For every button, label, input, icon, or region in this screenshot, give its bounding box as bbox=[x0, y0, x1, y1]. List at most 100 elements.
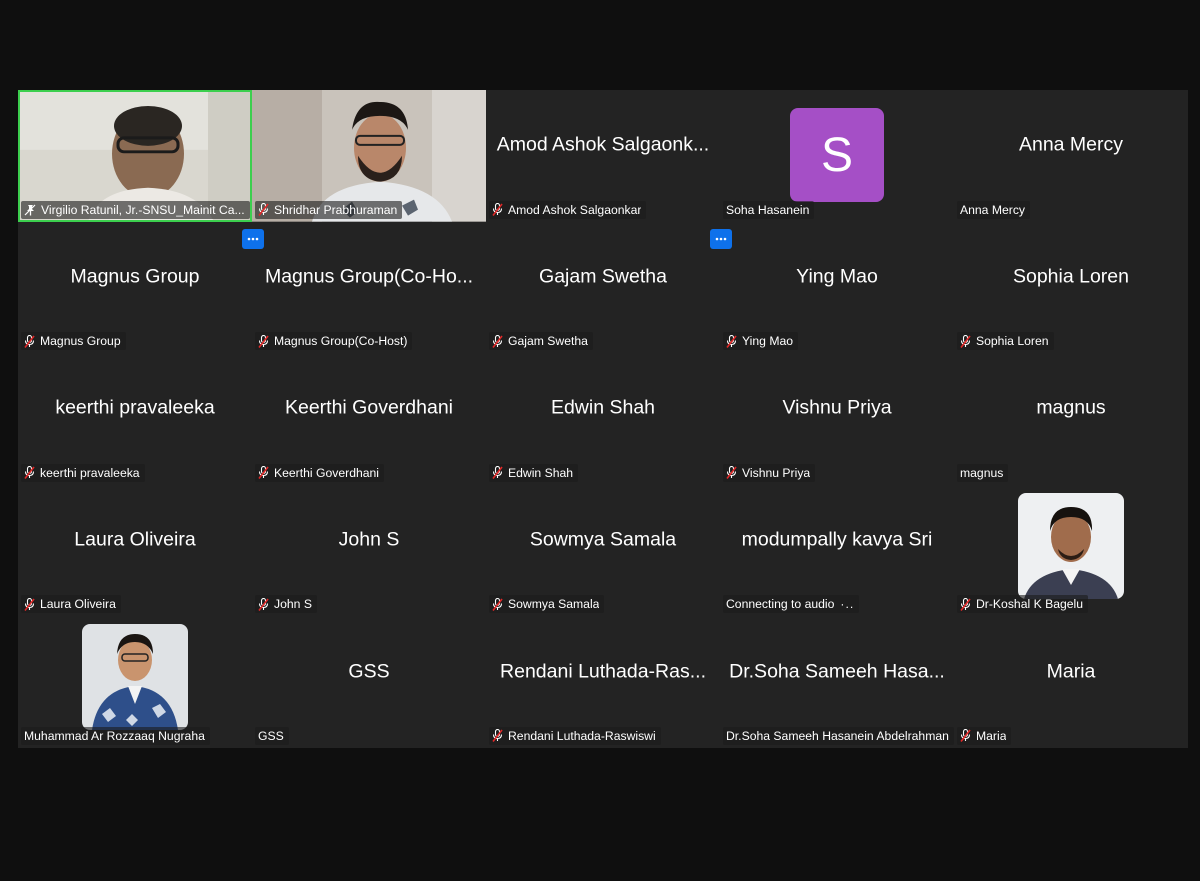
participant-tile[interactable]: Dr-Koshal K Bagelu bbox=[954, 484, 1188, 617]
participant-name-tag: Dr-Koshal K Bagelu bbox=[957, 595, 1089, 614]
mic-muted-icon bbox=[24, 335, 35, 348]
participant-tile[interactable]: Sophia Loren Sophia Loren bbox=[954, 221, 1188, 354]
participant-tile[interactable]: GSS GSS bbox=[252, 616, 486, 748]
participant-tile[interactable]: Laura Oliveira Laura Oliveira bbox=[18, 484, 252, 617]
participant-name-label: Rendani Luthada-Raswiswi bbox=[508, 728, 656, 743]
participant-display-name: Amod Ashok Salgaonk... bbox=[496, 133, 710, 156]
participant-tile[interactable]: Sowmya Samala Sowmya Samala bbox=[486, 484, 720, 617]
participant-name-tag: Rendani Luthada-Raswiswi bbox=[489, 726, 661, 745]
participant-tile[interactable]: Shridhar Prabhuraman bbox=[252, 90, 486, 222]
participant-name-tag: Sophia Loren bbox=[957, 332, 1054, 351]
more-options-button[interactable] bbox=[242, 229, 264, 249]
participant-display-name: Gajam Swetha bbox=[539, 265, 667, 288]
participant-name-tag: keerthi pravaleeka bbox=[21, 463, 145, 482]
participant-name-tag: Ying Mao bbox=[723, 332, 799, 351]
participant-tile[interactable]: Virgilio Ratunil, Jr.-SNSU_Mainit Ca... bbox=[18, 90, 252, 222]
participant-name-tag: Sowmya Samala bbox=[489, 595, 605, 614]
participant-tile[interactable]: Dr.Soha Sameeh Hasa... Dr.Soha Sameeh Has… bbox=[720, 616, 954, 748]
participant-name-label: Shridhar Prabhuraman bbox=[274, 202, 398, 217]
participant-tile[interactable]: Ying Mao Ying Mao bbox=[720, 221, 954, 354]
participant-name-label: Edwin Shah bbox=[508, 465, 574, 480]
participant-name-label: Muhammad Ar Rozzaaq Nugraha bbox=[24, 728, 205, 743]
participant-display-name: keerthi pravaleeka bbox=[55, 396, 215, 419]
mic-muted-icon bbox=[726, 335, 737, 348]
mic-muted-icon bbox=[24, 466, 35, 479]
mic-muted-icon bbox=[258, 466, 269, 479]
participant-name-label: Dr-Koshal K Bagelu bbox=[976, 597, 1084, 612]
participant-name-label: Soha Hasanein bbox=[726, 202, 810, 217]
participant-name-tag: Amod Ashok Salgaonkar bbox=[489, 200, 647, 219]
participant-name-tag: Magnus Group bbox=[21, 332, 126, 351]
participant-name-tag: Shridhar Prabhuraman bbox=[255, 200, 403, 219]
participant-name-label: Magnus Group bbox=[40, 334, 121, 349]
participant-tile[interactable]: magnus magnus bbox=[954, 353, 1188, 485]
participant-name-tag: Vishnu Priya bbox=[723, 463, 816, 482]
mic-muted-icon bbox=[24, 598, 35, 611]
participant-tile[interactable]: Muhammad Ar Rozzaaq Nugraha bbox=[18, 616, 252, 748]
participant-name-label: GSS bbox=[258, 728, 284, 743]
participant-display-name: Anna Mercy bbox=[1018, 133, 1124, 156]
participant-name-tag: John S bbox=[255, 595, 317, 614]
participant-name-label: Connecting to audio bbox=[726, 597, 835, 612]
participant-tile[interactable]: Maria Maria bbox=[954, 616, 1188, 748]
participant-tile[interactable]: Gajam Swetha Gajam Swetha bbox=[486, 221, 720, 354]
participant-name-tag: Soha Hasanein bbox=[723, 200, 815, 219]
participant-tile[interactable]: Edwin Shah Edwin Shah bbox=[486, 353, 720, 485]
participant-name-tag: Muhammad Ar Rozzaaq Nugraha bbox=[21, 726, 210, 745]
participant-display-name: Magnus Group bbox=[70, 265, 200, 288]
video-gallery: Virgilio Ratunil, Jr.-SNSU_Mainit Ca... … bbox=[18, 90, 1188, 748]
participant-tile[interactable]: Vishnu Priya Vishnu Priya bbox=[720, 353, 954, 485]
participant-name-label: John S bbox=[274, 597, 312, 612]
participant-name-tag: Gajam Swetha bbox=[489, 332, 593, 351]
participant-display-name: Magnus Group(Co-Ho... bbox=[264, 265, 474, 288]
participant-tile[interactable]: Magnus Group Magnus Group bbox=[18, 221, 252, 354]
participant-tile[interactable]: Amod Ashok Salgaonk... Amod Ashok Salgaon… bbox=[486, 90, 720, 222]
participant-name-label: Dr.Soha Sameeh Hasanein Abdelrahman bbox=[726, 728, 949, 743]
participant-name-label: Magnus Group(Co-Host) bbox=[274, 334, 408, 349]
participant-display-name: modumpally kavya Sri bbox=[741, 528, 933, 551]
participant-display-name: Edwin Shah bbox=[550, 396, 656, 419]
participant-tile[interactable]: modumpally kavya Sri Connecting to audio ·… bbox=[720, 484, 954, 617]
participant-display-name: GSS bbox=[348, 660, 390, 683]
participant-display-name: John S bbox=[338, 528, 400, 551]
participant-name-label: Sowmya Samala bbox=[508, 597, 600, 612]
participant-name-tag: magnus bbox=[957, 463, 1009, 482]
participant-display-name: magnus bbox=[1036, 396, 1106, 419]
participant-name-label: Amod Ashok Salgaonkar bbox=[508, 202, 642, 217]
participant-name-tag: Magnus Group(Co-Host) bbox=[255, 332, 413, 351]
connecting-indicator: ·.. bbox=[840, 597, 855, 612]
mic-muted-icon bbox=[492, 729, 503, 742]
participant-tile[interactable]: Keerthi Goverdhani Keerthi Goverdhani bbox=[252, 353, 486, 485]
participant-display-name: Sowmya Samala bbox=[529, 528, 677, 551]
participant-name-label: Sophia Loren bbox=[976, 334, 1049, 349]
participant-name-label: Maria bbox=[976, 728, 1007, 743]
participant-tile[interactable]: Magnus Group(Co-Ho... Magnus Group(Co-Hos… bbox=[252, 221, 486, 354]
pin-icon bbox=[24, 204, 36, 216]
participant-tile[interactable]: John S John S bbox=[252, 484, 486, 617]
ellipsis-icon bbox=[715, 237, 727, 241]
mic-muted-icon bbox=[960, 729, 971, 742]
participant-name-tag: Keerthi Goverdhani bbox=[255, 463, 385, 482]
mic-muted-icon bbox=[726, 466, 737, 479]
mic-muted-icon bbox=[258, 203, 269, 216]
participant-tile[interactable]: keerthi pravaleeka keerthi pravaleeka bbox=[18, 353, 252, 485]
participant-name-label: Gajam Swetha bbox=[508, 334, 588, 349]
participant-display-name: Keerthi Goverdhani bbox=[284, 396, 454, 419]
mic-muted-icon bbox=[258, 598, 269, 611]
participant-display-name: Rendani Luthada-Ras... bbox=[500, 660, 706, 683]
participant-display-name: Laura Oliveira bbox=[74, 528, 196, 551]
participant-name-label: magnus bbox=[960, 465, 1004, 480]
mic-muted-icon bbox=[492, 466, 503, 479]
mic-muted-icon bbox=[492, 335, 503, 348]
ellipsis-icon bbox=[247, 237, 259, 241]
more-options-button[interactable] bbox=[710, 229, 732, 249]
profile-photo bbox=[1018, 492, 1124, 599]
participant-name-label: Laura Oliveira bbox=[40, 597, 116, 612]
participant-name-label: Ying Mao bbox=[742, 334, 794, 349]
participant-name-tag: Virgilio Ratunil, Jr.-SNSU_Mainit Ca... bbox=[21, 200, 250, 219]
mic-muted-icon bbox=[960, 598, 971, 611]
participant-tile[interactable]: Anna Mercy Anna Mercy bbox=[954, 90, 1188, 222]
mic-muted-icon bbox=[258, 335, 269, 348]
participant-tile[interactable]: S Soha Hasanein bbox=[720, 90, 954, 222]
participant-tile[interactable]: Rendani Luthada-Ras... Rendani Luthada-Ra… bbox=[486, 616, 720, 748]
